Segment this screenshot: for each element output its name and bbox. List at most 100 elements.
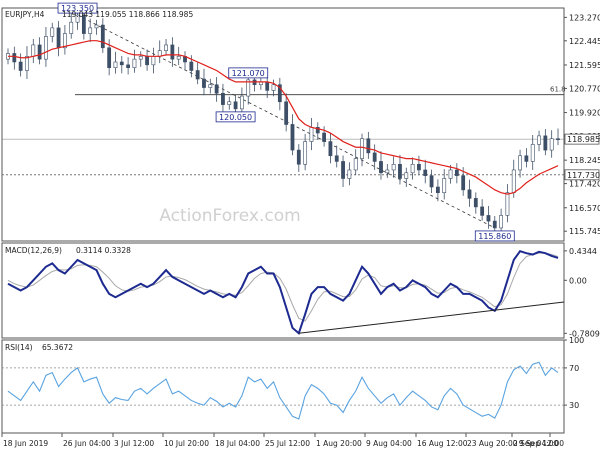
price-ytick-label: 118.245 bbox=[569, 156, 600, 165]
price-ytick-label: 122.445 bbox=[569, 37, 600, 46]
price-candle-body bbox=[271, 84, 276, 91]
price-candle-body bbox=[341, 161, 345, 179]
price-candle-body bbox=[107, 47, 112, 68]
price-candle-body bbox=[429, 175, 434, 188]
price-candle-body bbox=[505, 192, 510, 216]
watermark-text: ActionForex.com bbox=[159, 206, 300, 226]
price-candle-body bbox=[360, 138, 364, 159]
price-annotation-label: 121.070 bbox=[232, 69, 265, 78]
price-hline-label: 118.985 bbox=[567, 135, 600, 144]
xtick-label: 9 Sep 12:00 bbox=[519, 439, 565, 448]
xtick-label: 9 Aug 04:00 bbox=[366, 439, 412, 448]
rsi-ytick-label: 100 bbox=[569, 336, 584, 345]
price-candle-body bbox=[347, 169, 352, 179]
xtick-label: 1 Aug 20:00 bbox=[316, 439, 362, 448]
price-candle-body bbox=[524, 155, 529, 162]
price-candle-body bbox=[100, 24, 105, 49]
price-candle-body bbox=[328, 141, 333, 157]
price-candle-body bbox=[31, 44, 36, 57]
price-candle-body bbox=[353, 158, 358, 171]
price-candle-body bbox=[448, 169, 453, 179]
price-candle-body bbox=[189, 61, 194, 71]
price-candle-body bbox=[537, 135, 541, 145]
macd-ytick-label: 0.00 bbox=[569, 276, 587, 285]
price-candle-body bbox=[284, 101, 289, 125]
price-candle-body bbox=[549, 138, 554, 151]
price-candle-body bbox=[12, 53, 17, 63]
price-candle-body bbox=[50, 27, 55, 37]
price-candle-body bbox=[145, 56, 149, 66]
price-ytick-label: 117.420 bbox=[569, 180, 600, 189]
price-candle-body bbox=[221, 92, 225, 105]
price-candle-body bbox=[132, 58, 137, 68]
xtick-label: 18 Jul 04:00 bbox=[215, 439, 260, 448]
price-candle-body bbox=[410, 163, 415, 174]
xtick-label: 26 Jun 04:00 bbox=[63, 439, 111, 448]
price-candle-body bbox=[442, 178, 447, 193]
price-candle-body bbox=[44, 36, 48, 60]
price-candle-body bbox=[25, 56, 29, 71]
price-candle-body bbox=[398, 163, 402, 179]
price-candle-body bbox=[556, 138, 560, 141]
price-candle-body bbox=[480, 206, 485, 216]
price-candle-body bbox=[467, 189, 472, 199]
price-candle-body bbox=[309, 127, 314, 142]
price-candle-body bbox=[37, 44, 42, 60]
price-ytick-label: 121.595 bbox=[569, 61, 600, 70]
xtick-label: 3 Jul 12:00 bbox=[114, 439, 154, 448]
price-candle-body bbox=[511, 169, 516, 193]
xtick-label: 16 Aug 12:00 bbox=[417, 439, 468, 448]
price-candle-body bbox=[296, 149, 301, 165]
price-hline-label: 117.730 bbox=[567, 171, 600, 180]
rsi-header-name: RSI(14) bbox=[5, 343, 33, 352]
price-candle-body bbox=[417, 163, 421, 171]
xtick-label: 10 Jul 20:00 bbox=[164, 439, 209, 448]
price-candle-body bbox=[530, 144, 535, 162]
price-candle-body bbox=[518, 155, 522, 171]
price-candle-body bbox=[208, 84, 213, 88]
price-ytick-label: 123.270 bbox=[569, 13, 600, 22]
price-candle-body bbox=[423, 169, 428, 176]
price-candle-body bbox=[151, 56, 156, 66]
price-candle-body bbox=[492, 220, 497, 229]
macd-ytick-label: 0.4344 bbox=[569, 247, 597, 256]
xtick-label: 23 Aug 20:00 bbox=[467, 439, 518, 448]
price-candle-body bbox=[385, 169, 390, 174]
price-candle-body bbox=[88, 27, 93, 34]
price-candle-body bbox=[119, 61, 124, 66]
chart-svg: ActionForex.com 123.270 122.445 121.595 120.… bbox=[0, 0, 600, 450]
rsi-ytick-label: 30 bbox=[569, 401, 579, 410]
price-candle-body bbox=[435, 186, 440, 193]
macd-header-values: 0.3114 0.3328 bbox=[76, 246, 131, 255]
price-candle-body bbox=[391, 163, 396, 171]
price-ytick-label: 115.745 bbox=[569, 227, 600, 236]
price-candle-body bbox=[461, 175, 466, 191]
price-candle-body bbox=[69, 21, 74, 34]
price-annotation-label: 115.860 bbox=[478, 232, 511, 241]
price-candle-body bbox=[18, 61, 23, 71]
xtick-label: 18 Jun 2019 bbox=[3, 439, 48, 448]
price-header-symbol: EURJPY,H4 bbox=[5, 10, 45, 19]
price-candle-body bbox=[303, 141, 308, 165]
rsi-header-value: 65.3672 bbox=[42, 343, 73, 352]
price-candle-body bbox=[486, 215, 491, 222]
price-candle-body bbox=[473, 198, 478, 208]
fib-level-label: 61.8 bbox=[550, 86, 566, 94]
price-candle-body bbox=[290, 124, 295, 151]
price-candle-body bbox=[265, 81, 270, 91]
price-annotation-label: 120.050 bbox=[219, 113, 252, 122]
price-candle-body bbox=[543, 135, 548, 151]
macd-header-name: MACD(12,26,9) bbox=[5, 246, 62, 255]
price-candle-body bbox=[454, 169, 459, 176]
price-candle-body bbox=[176, 56, 181, 60]
price-candle-body bbox=[366, 138, 371, 154]
rsi-ytick-label: 70 bbox=[569, 364, 579, 373]
price-candle-body bbox=[499, 215, 504, 229]
price-ytick-label: 116.570 bbox=[569, 204, 600, 213]
price-candle-body bbox=[233, 101, 238, 110]
price-candle-body bbox=[240, 95, 244, 110]
price-ytick-label: 120.770 bbox=[569, 84, 600, 93]
price-candle-body bbox=[164, 44, 168, 51]
price-candle-body bbox=[372, 152, 377, 162]
price-candle-body bbox=[138, 56, 143, 60]
